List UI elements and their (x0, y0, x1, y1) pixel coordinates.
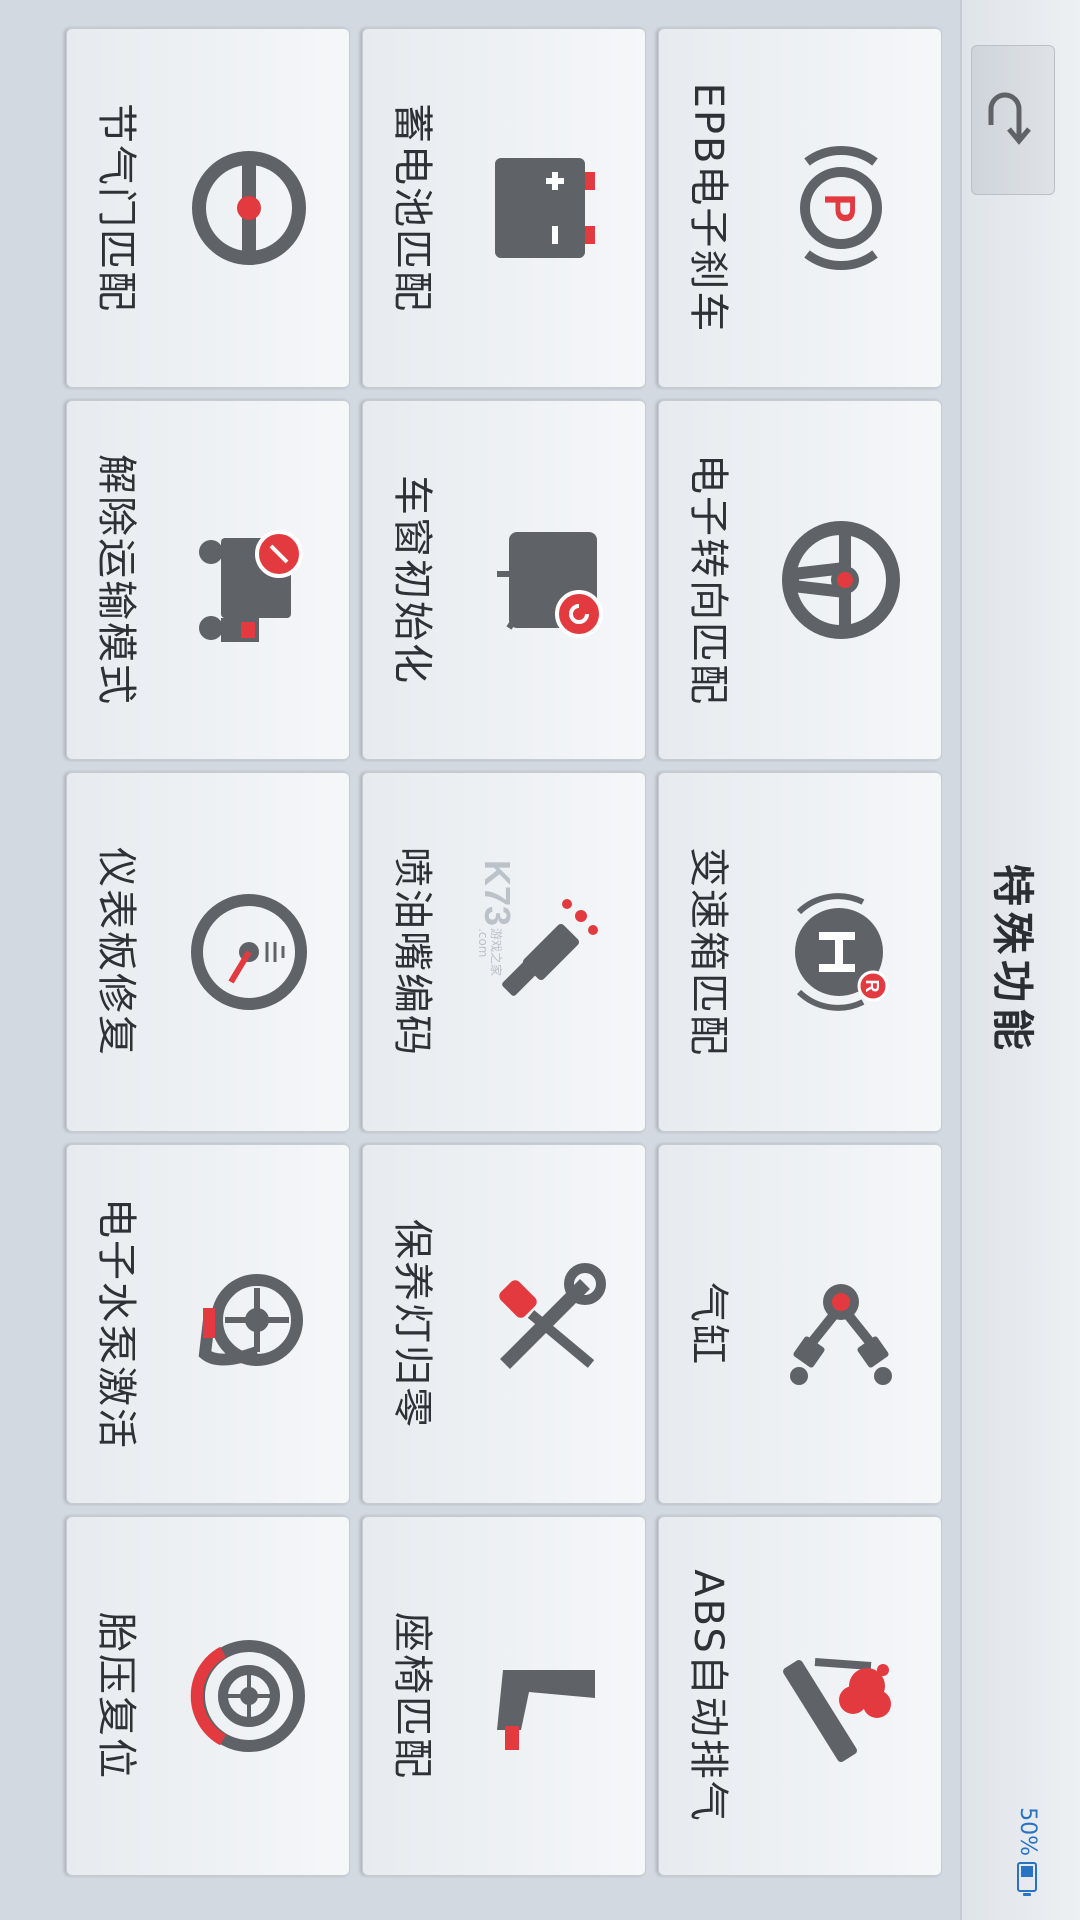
tile-label: 座椅匹配 (389, 1612, 435, 1780)
battery-icon (1017, 1862, 1038, 1892)
tile-dashboard-repair[interactable]: 仪表板修复 (66, 772, 350, 1132)
parking-brake-icon: P (800, 146, 882, 270)
battery-percent: 50% (1015, 1807, 1040, 1856)
maintenance-tools-icon (499, 1263, 606, 1369)
tile-label: EPB电子刹车 (685, 82, 731, 334)
transport-mode-icon (199, 530, 303, 642)
battery-status: 50% (1015, 1807, 1040, 1892)
function-grid: P EPB电子刹车 电子转向匹配 R 变速箱匹配 气缸 ABS自动排气 蓄电池匹… (0, 0, 942, 1920)
car-window-icon (497, 532, 603, 638)
tile-abs-bleed[interactable]: ABS自动排气 (658, 1516, 942, 1876)
tile-window-init[interactable]: 车窗初始化 (362, 400, 646, 760)
water-pump-icon (198, 1274, 303, 1366)
special-functions-screen: 特殊功能 50% P EPB电子刹车 电子转向匹配 R 变速箱匹配 气缸 ABS… (0, 0, 1080, 1920)
tile-epb-brake[interactable]: P EPB电子刹车 (658, 28, 942, 388)
battery-icon (495, 158, 595, 258)
cylinder-icon (790, 1284, 892, 1385)
tile-label: 仪表板修复 (93, 847, 139, 1057)
tile-label: 变速箱匹配 (685, 847, 731, 1057)
tile-steering-match[interactable]: 电子转向匹配 (658, 400, 942, 760)
tile-tire-pressure-reset[interactable]: 胎压复位 (66, 1516, 350, 1876)
battery-level-fill (1021, 1866, 1034, 1877)
tile-label: 车窗初始化 (389, 475, 435, 685)
tile-label: 电子水泵激活 (93, 1198, 139, 1450)
tile-label: 节气门匹配 (93, 103, 139, 313)
tile-label: ABS自动排气 (685, 1569, 731, 1823)
header-bar: 特殊功能 50% (960, 0, 1080, 1920)
tile-water-pump[interactable]: 电子水泵激活 (66, 1144, 350, 1504)
tile-maintenance-reset[interactable]: 保养灯归零 (362, 1144, 646, 1504)
tile-label: 气缸 (685, 1282, 731, 1366)
dashboard-gauge-icon (191, 894, 307, 1010)
throttle-icon (192, 151, 306, 265)
tire-pressure-icon (190, 1640, 305, 1752)
tile-cylinder[interactable]: 气缸 (658, 1144, 942, 1504)
tile-label: 保养灯归零 (389, 1219, 435, 1429)
tile-injector-coding[interactable]: 喷油嘴编码 (362, 772, 646, 1132)
seat-icon (497, 1670, 595, 1750)
tile-gearbox-match[interactable]: R 变速箱匹配 (658, 772, 942, 1132)
svg-text:P: P (815, 193, 864, 222)
abs-bleed-icon (783, 1658, 891, 1762)
tile-label: 解除运输模式 (93, 454, 139, 706)
tile-label: 蓄电池匹配 (389, 103, 435, 313)
steering-wheel-icon (782, 521, 900, 639)
page-title: 特殊功能 (988, 863, 1037, 1056)
gearbox-icon: R (795, 893, 889, 1011)
tile-battery-match[interactable]: 蓄电池匹配 (362, 28, 646, 388)
tile-seat-match[interactable]: 座椅匹配 (362, 1516, 646, 1876)
svg-text:R: R (862, 980, 882, 993)
injector-icon (502, 899, 598, 996)
tile-label: 胎压复位 (93, 1612, 139, 1780)
tile-label: 电子转向匹配 (685, 454, 731, 706)
tile-label: 喷油嘴编码 (389, 847, 435, 1057)
tile-throttle-match[interactable]: 节气门匹配 (66, 28, 350, 388)
tile-transport-mode[interactable]: 解除运输模式 (66, 400, 350, 760)
